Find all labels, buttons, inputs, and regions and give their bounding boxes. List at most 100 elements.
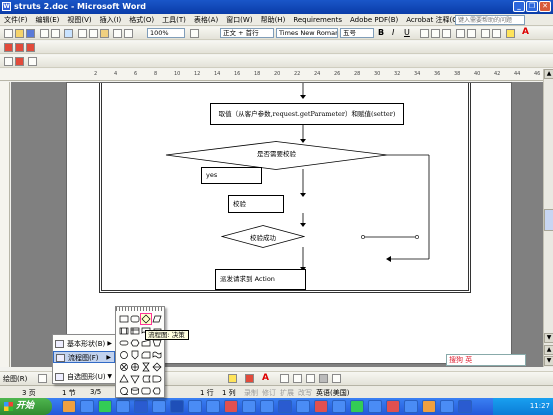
taskbar-app-4[interactable] (188, 400, 202, 413)
menu-window[interactable]: 窗口(W) (222, 14, 256, 26)
taskbar-app-1[interactable] (116, 400, 130, 413)
status-trk[interactable]: 修订 (262, 388, 276, 398)
print-preview-icon[interactable] (51, 29, 60, 38)
menu-edit[interactable]: 编辑(E) (32, 14, 64, 26)
style-select[interactable]: 正文 + 首行 (220, 28, 274, 38)
sogou-ime-bar[interactable]: 搜狗 英 (446, 354, 526, 366)
taskbar-app-3[interactable] (152, 400, 166, 413)
start-button[interactable]: 开始 (0, 398, 52, 415)
select-objects-icon[interactable] (38, 374, 47, 383)
taskbar-app-9[interactable] (278, 400, 292, 413)
flowchart-sequential-access-icon[interactable] (119, 386, 129, 396)
taskbar-app-15[interactable] (386, 400, 400, 413)
taskbar-app-12[interactable] (332, 400, 346, 413)
redo-icon[interactable] (124, 29, 133, 38)
flowchart-extract-icon[interactable] (119, 374, 129, 384)
scroll-up-icon[interactable]: ▲ (544, 69, 553, 79)
draw-menu-button[interactable]: 绘图(R) (3, 374, 27, 384)
cut-icon[interactable] (78, 29, 87, 38)
save-icon[interactable] (26, 29, 35, 38)
flowchart-punched-tape-icon[interactable] (152, 350, 162, 360)
restore-button[interactable]: ❐ (526, 1, 538, 12)
align-left-icon[interactable] (420, 29, 429, 38)
highlight-icon[interactable] (506, 29, 515, 38)
taskbar-app-11[interactable] (314, 400, 328, 413)
status-ext[interactable]: 扩展 (280, 388, 294, 398)
flowchart-alternate-process-icon[interactable] (130, 314, 140, 324)
prev-page-icon[interactable]: ▲ (544, 345, 553, 355)
menu-view[interactable]: 视图(V) (63, 14, 95, 26)
flowchart-card-icon[interactable] (141, 350, 151, 360)
flowchart-predefined-process-icon[interactable] (119, 326, 129, 336)
3d-icon[interactable] (332, 374, 341, 383)
taskbar-app-6[interactable] (224, 400, 238, 413)
taskbar-app-word[interactable] (170, 400, 184, 413)
menu-table[interactable]: 表格(A) (190, 14, 222, 26)
print-icon[interactable] (40, 29, 49, 38)
palette-drag-handle[interactable] (116, 307, 164, 311)
vertical-scrollbar[interactable]: ▲ ▼ ▲ ▼ (543, 69, 553, 367)
decrease-indent-icon[interactable] (481, 29, 490, 38)
new-doc-icon[interactable] (4, 29, 13, 38)
process-box-dispatch[interactable]: 派发请求到 Action (215, 269, 306, 290)
next-page-icon[interactable]: ▼ (544, 356, 553, 366)
yes-label-box[interactable]: yes (201, 167, 262, 184)
taskbar-app-17[interactable] (422, 400, 436, 413)
flowchart-display-icon[interactable] (152, 386, 162, 396)
draw-font-color-icon[interactable]: A (262, 373, 269, 383)
minimize-button[interactable]: _ (513, 1, 525, 12)
pdf-review-icon[interactable] (26, 43, 35, 52)
paste-icon[interactable] (100, 29, 109, 38)
flowchart-decision-icon[interactable] (140, 313, 152, 325)
menu-format[interactable]: 格式(O) (125, 14, 158, 26)
flowchart-delay-icon[interactable] (152, 374, 162, 384)
menu-requirements[interactable]: Requirements (289, 14, 346, 26)
arrow-style-icon[interactable] (306, 374, 315, 383)
flowchart-direct-access-icon[interactable] (141, 386, 151, 396)
taskbar-app-8[interactable] (260, 400, 274, 413)
taskbar-app-7[interactable] (242, 400, 256, 413)
menu-item-autoshapes[interactable]: 自选图形(U) ▼ (53, 371, 115, 383)
flowchart-preparation-icon[interactable] (130, 338, 140, 348)
process-box-get-values[interactable]: 取值（从客户参数,request.getParameter）和赋值(setter… (210, 103, 404, 125)
menu-insert[interactable]: 插入(I) (96, 14, 126, 26)
line-color-icon[interactable] (245, 374, 254, 383)
menu-adobe-pdf[interactable]: Adobe PDF(B) (346, 14, 402, 26)
menu-help[interactable]: 帮助(H) (257, 14, 290, 26)
flowchart-magnetic-disk-icon[interactable] (130, 386, 140, 396)
open-folder-icon[interactable] (15, 29, 24, 38)
flowchart-connector-icon[interactable] (119, 350, 129, 360)
help-search-input[interactable]: 键入需要帮助的问题 (455, 15, 525, 25)
flowchart-sort-icon[interactable] (152, 362, 162, 372)
italic-button[interactable]: I (392, 28, 394, 37)
flowchart-terminator-icon[interactable] (119, 338, 129, 348)
flowchart-summing-junction-icon[interactable] (119, 362, 129, 372)
scroll-down-icon[interactable]: ▼ (544, 333, 553, 343)
shadow-icon[interactable] (319, 374, 328, 383)
numbering-icon[interactable] (456, 29, 465, 38)
undo-icon[interactable] (113, 29, 122, 38)
flowchart-offpage-connector-icon[interactable] (130, 350, 140, 360)
increase-indent-icon[interactable] (492, 29, 501, 38)
align-right-icon[interactable] (442, 29, 451, 38)
taskbar-app-14[interactable] (368, 400, 382, 413)
flowchart-data-icon[interactable] (152, 314, 162, 324)
status-ovr[interactable]: 改写 (298, 388, 312, 398)
bullets-icon[interactable] (467, 29, 476, 38)
close-button[interactable]: ✕ (539, 1, 551, 12)
flowchart-collate-icon[interactable] (141, 362, 151, 372)
taskbar-app-18[interactable] (440, 400, 454, 413)
clock[interactable]: 11:27 (530, 402, 550, 410)
underline-button[interactable]: U (404, 28, 410, 37)
menu-file[interactable]: 文件(F) (0, 14, 32, 26)
flowchart-process-icon[interactable] (119, 314, 129, 324)
bold-button[interactable]: B (378, 28, 384, 37)
comment-icon[interactable] (4, 57, 13, 66)
line-style-icon[interactable] (280, 374, 289, 383)
menu-tools[interactable]: 工具(T) (158, 14, 190, 26)
menu-item-basic-shapes[interactable]: 基本形状(B) ▶ (53, 338, 115, 350)
vertical-ruler[interactable] (0, 82, 10, 367)
fill-color-icon[interactable] (228, 374, 237, 383)
help-icon[interactable] (190, 29, 199, 38)
font-color-icon[interactable]: A (522, 27, 529, 37)
